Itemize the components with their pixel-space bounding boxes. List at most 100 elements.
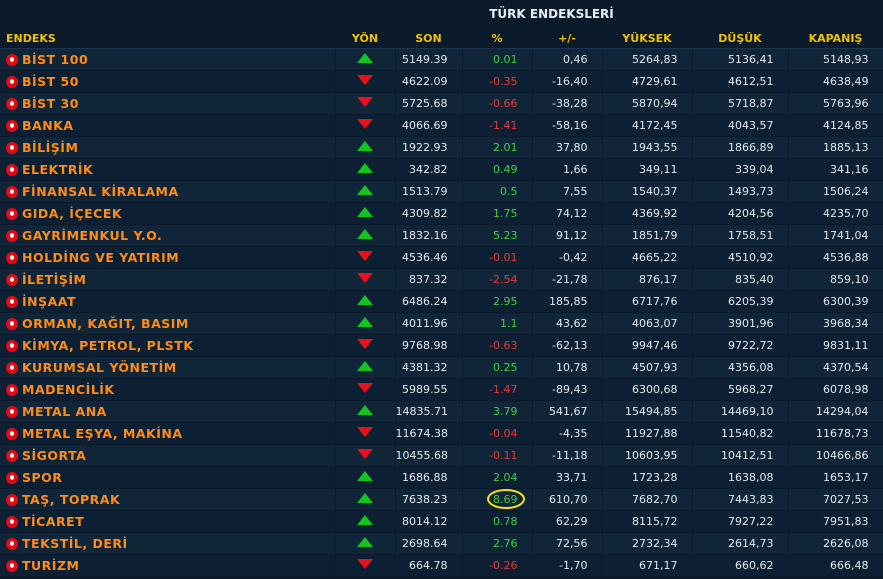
index-name-cell[interactable]: SİGORTA [0,444,336,467]
table-row[interactable]: MADENCİLİK 5989.55 -1.47 -89,43 6300,68 5968,… [0,378,883,401]
index-name-cell[interactable]: METAL EŞYA, MAKİNA [0,422,336,445]
table-row[interactable]: TAŞ, TOPRAK 7638.23 8.69 610,70 7682,70 7443,… [0,488,883,511]
index-name-cell[interactable]: BİST 30 [0,92,336,115]
turkish-flag-icon [6,472,18,484]
index-name-cell[interactable]: FİNANSAL KİRALAMA [0,180,336,203]
index-name-cell[interactable]: TAŞ, TOPRAK [0,488,336,511]
col-header-percent[interactable]: % [462,28,532,49]
table-row[interactable]: İLETİŞİM 837.32 -2.54 -21,78 876,17 835,40 859… [0,268,883,291]
high-value: 349,11 [602,158,693,181]
index-name-cell[interactable]: BANKA [0,114,336,137]
index-name[interactable]: FİNANSAL KİRALAMA [22,184,179,199]
table-row[interactable]: BİST 50 4622.09 -0.35 -16,40 4729,61 4612,51 4… [0,70,883,93]
index-name[interactable]: GIDA, İÇECEK [22,206,122,221]
percent-change: 0.78 [462,510,533,533]
col-header-change[interactable]: +/- [532,28,602,49]
index-name-cell[interactable]: TEKSTİL, DERİ [0,532,336,555]
table-row[interactable]: İNŞAAT 6486.24 2.95 185,85 6717,76 6205,39 630… [0,290,883,313]
index-name-cell[interactable]: GIDA, İÇECEK [0,202,336,225]
table-row[interactable]: GIDA, İÇECEK 4309.82 1.75 74,12 4369,92 4204,… [0,202,883,225]
absolute-change: 610,70 [532,488,603,511]
index-name-cell[interactable]: GAYRİMENKUL Y.O. [0,224,336,247]
index-name-cell[interactable]: SPOR [0,466,336,489]
index-name-cell[interactable]: TİCARET [0,510,336,533]
index-name-cell[interactable]: HOLDİNG VE YATIRIM [0,246,336,269]
index-name-cell[interactable]: İLETİŞİM [0,268,336,291]
index-name-cell[interactable]: BİST 50 [0,70,336,93]
index-name-cell[interactable]: BİLİŞİM [0,136,336,159]
col-header-endeks[interactable]: ENDEKS [0,28,335,49]
table-row[interactable]: GAYRİMENKUL Y.O. 1832.16 5.23 91,12 1851,79 1… [0,224,883,247]
index-name-cell[interactable]: BİST 100 [0,48,336,71]
index-name-cell[interactable]: METAL ANA [0,400,336,423]
index-name[interactable]: KURUMSAL YÖNETİM [22,360,177,375]
index-name[interactable]: BİST 30 [22,96,79,111]
table-row[interactable]: BANKA 4066.69 -1.41 -58,16 4172,45 4043,57 412… [0,114,883,137]
direction-cell [335,554,396,577]
percent-change: 2.76 [462,532,533,555]
col-header-son[interactable]: SON [395,28,462,49]
index-name-cell[interactable]: TURİZM [0,554,336,577]
index-name[interactable]: GAYRİMENKUL Y.O. [22,228,162,243]
table-row[interactable]: TEKSTİL, DERİ 2698.64 2.76 72,56 2732,34 2614… [0,532,883,555]
percent-value: 0.78 [493,515,518,528]
table-row[interactable]: BİLİŞİM 1922.93 2.01 37,80 1943,55 1866,89 188… [0,136,883,159]
absolute-change: -0,42 [532,246,603,269]
turkish-flag-icon [6,252,18,264]
index-name[interactable]: ELEKTRİK [22,162,93,177]
index-name-cell[interactable]: ELEKTRİK [0,158,336,181]
triangle-up-icon [357,207,373,217]
index-name-cell[interactable]: KURUMSAL YÖNETİM [0,356,336,379]
close-value: 9831,11 [788,334,883,357]
last-value: 1922.93 [395,136,463,159]
last-value: 5725.68 [395,92,463,115]
col-header-dusuk[interactable]: DÜŞÜK [692,28,788,49]
index-name[interactable]: BİST 100 [22,52,88,67]
index-name[interactable]: SİGORTA [22,448,86,463]
index-name-cell[interactable]: ORMAN, KAĞIT, BASIM [0,312,336,335]
table-row[interactable]: ELEKTRİK 342.82 0.49 1,66 349,11 339,04 341,16 [0,158,883,181]
index-name-cell[interactable]: KİMYA, PETROL, PLSTK [0,334,336,357]
index-name[interactable]: ORMAN, KAĞIT, BASIM [22,316,189,331]
col-header-yuksek[interactable]: YÜKSEK [602,28,692,49]
table-row[interactable]: KİMYA, PETROL, PLSTK 9768.98 -0.63 -62,13 99… [0,334,883,357]
index-name[interactable]: TURİZM [22,558,79,573]
index-name[interactable]: BİLİŞİM [22,140,78,155]
triangle-up-icon [357,163,373,173]
index-name[interactable]: SPOR [22,470,62,485]
table-row[interactable]: ORMAN, KAĞIT, BASIM 4011.96 1.1 43,62 4063,0… [0,312,883,335]
col-header-yon[interactable]: YÖN [335,28,395,49]
table-row[interactable]: SİGORTA 10455.68 -0.11 -11,18 10603,95 10412,… [0,444,883,467]
low-value: 5136,41 [692,48,789,71]
table-row[interactable]: METAL EŞYA, MAKİNA 11674.38 -0.04 -4,35 1192… [0,422,883,445]
turkish-flag-icon [6,208,18,220]
index-name[interactable]: TİCARET [22,514,84,529]
table-row[interactable]: HOLDİNG VE YATIRIM 4536.46 -0.01 -0,42 4665,… [0,246,883,269]
index-name-cell[interactable]: İNŞAAT [0,290,336,313]
table-row[interactable]: METAL ANA 14835.71 3.79 541,67 15494,85 14469… [0,400,883,423]
index-name[interactable]: İNŞAAT [22,294,76,309]
col-header-kapanis[interactable]: KAPANIŞ [788,28,883,49]
index-name-cell[interactable]: MADENCİLİK [0,378,336,401]
table-row[interactable]: BİST 30 5725.68 -0.66 -38,28 5870,94 5718,87 5… [0,92,883,115]
table-row[interactable]: TİCARET 8014.12 0.78 62,29 8115,72 7927,22 795… [0,510,883,533]
index-name[interactable]: KİMYA, PETROL, PLSTK [22,338,194,353]
high-value: 15494,85 [602,400,693,423]
table-row[interactable]: KURUMSAL YÖNETİM 4381.32 0.25 10,78 4507,93 4… [0,356,883,379]
index-name[interactable]: MADENCİLİK [22,382,115,397]
table-row[interactable]: BİST 100 5149.39 0.01 0,46 5264,83 5136,41 514… [0,48,883,71]
index-name[interactable]: BANKA [22,118,74,133]
index-name[interactable]: HOLDİNG VE YATIRIM [22,250,179,265]
triangle-down-icon [357,449,373,459]
index-name[interactable]: METAL ANA [22,404,107,419]
index-name[interactable]: İLETİŞİM [22,272,86,287]
table-row[interactable]: FİNANSAL KİRALAMA 1513.79 0.5 7,55 1540,37 14… [0,180,883,203]
table-row[interactable]: SPOR 1686.88 2.04 33,71 1723,28 1638,08 1653,1… [0,466,883,489]
index-name[interactable]: TEKSTİL, DERİ [22,536,128,551]
high-value: 1723,28 [602,466,693,489]
index-name[interactable]: METAL EŞYA, MAKİNA [22,426,183,441]
close-value: 4370,54 [788,356,883,379]
index-name[interactable]: BİST 50 [22,74,79,89]
table-row[interactable]: TURİZM 664.78 -0.26 -1,70 671,17 660,62 666,48 [0,554,883,577]
index-name[interactable]: TAŞ, TOPRAK [22,492,120,507]
